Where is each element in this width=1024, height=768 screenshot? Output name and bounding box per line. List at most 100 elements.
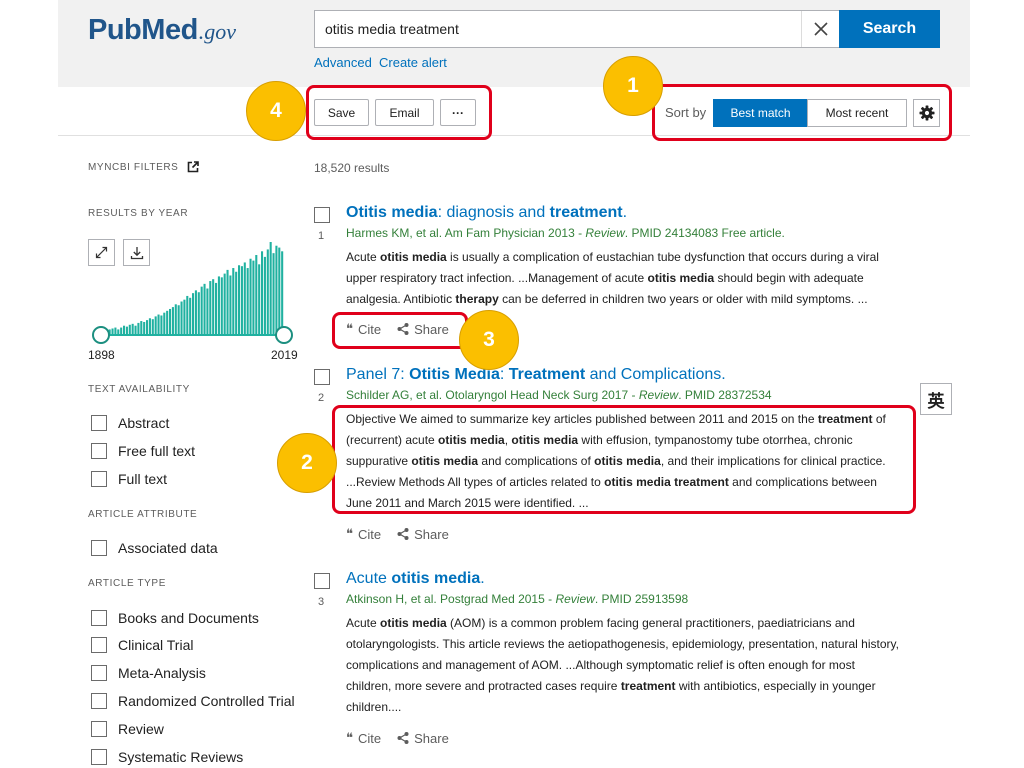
checkbox[interactable]	[91, 471, 107, 487]
filter-label: Review	[118, 721, 164, 737]
logo-gov: .gov	[198, 19, 237, 44]
results-by-year-histogram[interactable]	[100, 240, 284, 335]
cite-button[interactable]: ❝ Cite	[346, 526, 381, 542]
annotation-box-sort-options	[652, 84, 952, 141]
histogram-bar	[255, 255, 258, 335]
result-select-checkbox[interactable]	[314, 573, 330, 589]
share-button[interactable]: Share	[397, 731, 449, 746]
filter-clinical-trial[interactable]: Clinical Trial	[91, 637, 193, 653]
filter-abstract[interactable]: Abstract	[91, 415, 169, 431]
filter-full-text[interactable]: Full text	[91, 471, 167, 487]
histogram-bar	[246, 268, 249, 335]
article-attribute-heading: ARTICLE ATTRIBUTE	[88, 509, 198, 520]
quote-icon: ❝	[346, 730, 353, 745]
filter-meta-analysis[interactable]: Meta-Analysis	[91, 665, 206, 681]
histogram-bar	[275, 245, 278, 335]
create-alert-link[interactable]: Create alert	[379, 55, 447, 70]
histogram-bar	[169, 308, 172, 335]
logo-word-med: Med	[141, 14, 198, 46]
checkbox[interactable]	[91, 637, 107, 653]
histogram-bar	[258, 264, 261, 335]
pubmed-logo[interactable]: Pub Med .gov	[88, 14, 236, 54]
year-range-end-handle[interactable]	[275, 326, 293, 344]
histogram-bar	[232, 268, 235, 335]
annotation-box-cite-share	[332, 312, 468, 349]
histogram-bar	[186, 295, 189, 335]
histogram-bar	[200, 286, 203, 335]
result-select-checkbox[interactable]	[314, 207, 330, 223]
histogram-bar	[229, 275, 232, 335]
myncbi-filters-heading[interactable]: MYNCBI FILTERS	[88, 161, 200, 173]
text-availability-heading: TEXT AVAILABILITY	[88, 384, 190, 395]
histogram-bar	[220, 277, 223, 335]
checkbox[interactable]	[91, 749, 107, 765]
histogram-bar	[189, 297, 192, 335]
histogram-bar	[203, 283, 206, 335]
annotation-box-abstract-snippet	[332, 405, 916, 514]
result-title[interactable]: Acute otitis media.	[346, 570, 485, 588]
histogram-bar	[215, 282, 218, 335]
result-title[interactable]: Otitis media: diagnosis and treatment.	[346, 204, 627, 222]
histogram-bar	[160, 315, 163, 335]
search-input[interactable]	[315, 11, 801, 47]
histogram-bar	[146, 320, 149, 335]
checkbox[interactable]	[91, 540, 107, 556]
histogram-bar	[235, 271, 238, 335]
filter-review[interactable]: Review	[91, 721, 164, 737]
histogram-bar	[197, 292, 200, 335]
filter-label: Abstract	[118, 415, 170, 431]
cite-label: Cite	[358, 526, 382, 542]
result-snippet: Acute otitis media is usually a complica…	[346, 250, 879, 306]
histogram-bar	[148, 318, 151, 335]
article-type-heading: ARTICLE TYPE	[88, 578, 166, 589]
checkbox[interactable]	[91, 721, 107, 737]
histogram-bar	[194, 290, 197, 335]
results-count: 18,520 results	[314, 161, 390, 175]
histogram-bar	[163, 312, 166, 335]
search-button[interactable]: Search	[839, 10, 940, 48]
histogram-bar	[206, 288, 209, 335]
filter-label: Free full text	[118, 443, 196, 459]
histogram-bar	[281, 251, 284, 335]
checkbox[interactable]	[91, 665, 107, 681]
share-icon	[397, 732, 409, 744]
histogram-bar	[226, 269, 229, 335]
advanced-search-link[interactable]: Advanced	[314, 55, 372, 70]
results-by-year-heading: RESULTS BY YEAR	[88, 208, 189, 219]
year-range-start-handle[interactable]	[92, 326, 110, 344]
filter-label: Clinical Trial	[118, 637, 194, 653]
result-citation: Schilder AG, et al. Otolaryngol Head Nec…	[346, 388, 772, 402]
year-range-track[interactable]	[101, 334, 284, 336]
myncbi-filters-label: MYNCBI FILTERS	[88, 161, 179, 173]
filter-randomized-controlled-trial[interactable]: Randomized Controlled Trial	[91, 693, 295, 709]
cite-button[interactable]: ❝ Cite	[346, 730, 381, 746]
filter-label: Books and Documents	[118, 610, 259, 626]
filter-associated-data[interactable]: Associated data	[91, 540, 218, 556]
checkbox[interactable]	[91, 443, 107, 459]
filter-label: Associated data	[118, 540, 218, 556]
checkbox[interactable]	[91, 415, 107, 431]
histogram-bar	[151, 319, 154, 335]
histogram-bar	[217, 276, 220, 335]
filter-systematic-reviews[interactable]: Systematic Reviews	[91, 749, 243, 765]
histogram-bar	[177, 305, 180, 335]
translate-button[interactable]: 英	[920, 383, 952, 415]
checkbox[interactable]	[91, 610, 107, 626]
filter-books-and-documents[interactable]: Books and Documents	[91, 610, 259, 626]
result-title[interactable]: Panel 7: Otitis Media: Treatment and Com…	[346, 366, 726, 384]
share-button[interactable]: Share	[397, 527, 449, 542]
result-number: 2	[318, 392, 325, 404]
clear-search-button[interactable]	[801, 11, 839, 47]
quote-icon: ❝	[346, 526, 353, 541]
callout-marker-2: 2	[277, 433, 337, 493]
result-snippet: Acute otitis media (AOM) is a common pro…	[346, 616, 899, 714]
histogram-bar	[183, 299, 186, 335]
histogram-bar	[249, 258, 252, 335]
histogram-bar	[278, 247, 281, 335]
histogram-bar	[157, 314, 160, 335]
histogram-bar	[272, 253, 275, 335]
result-select-checkbox[interactable]	[314, 369, 330, 385]
histogram-bar	[192, 293, 195, 335]
checkbox[interactable]	[91, 693, 107, 709]
filter-free-full-text[interactable]: Free full text	[91, 443, 195, 459]
